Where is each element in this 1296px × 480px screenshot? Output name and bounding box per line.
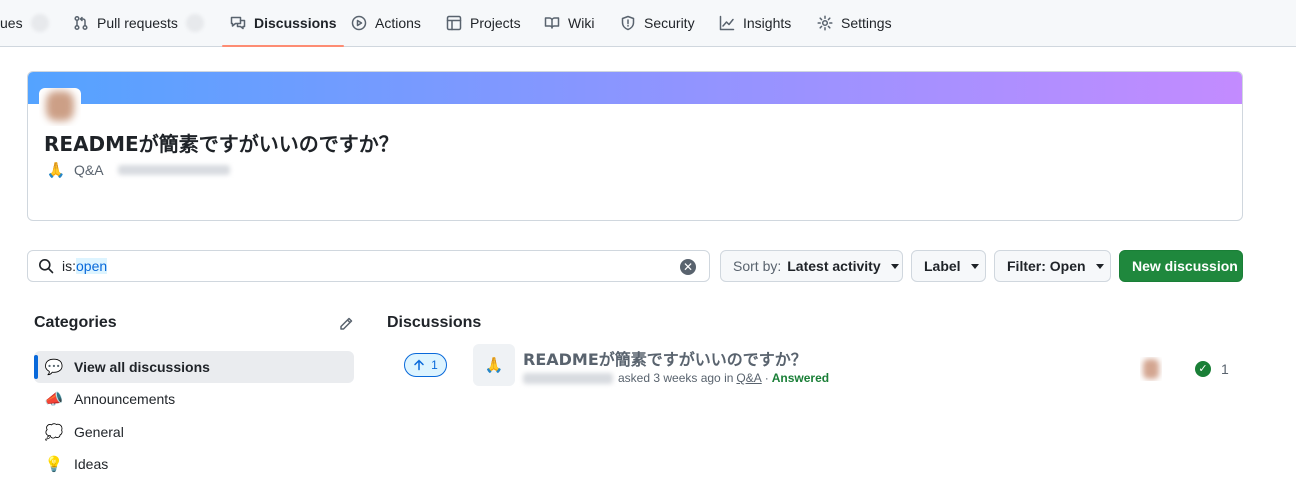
tab-projects[interactable]: Projects <box>446 0 521 46</box>
gear-icon <box>817 15 833 31</box>
author-name[interactable] <box>117 165 230 175</box>
tab-label: Settings <box>841 15 892 31</box>
tab-actions[interactable]: Actions <box>351 0 421 46</box>
tab-label: Actions <box>375 15 421 31</box>
answer-count[interactable]: ✓ 1 <box>1195 361 1229 377</box>
tab-label: Discussions <box>254 15 337 31</box>
lightbulb-icon: 💡 <box>44 456 64 473</box>
banner-gradient <box>28 72 1242 104</box>
sidebar-item-general[interactable]: 💭 General <box>34 416 354 448</box>
thought-bubble-icon: 💭 <box>44 424 64 441</box>
categories-heading: Categories <box>34 314 117 331</box>
category-emoji-icon: 🙏 <box>46 162 66 179</box>
new-discussion-button[interactable]: New discussion <box>1119 250 1243 282</box>
label-button[interactable]: Label <box>911 250 986 282</box>
tab-label: Insights <box>743 15 792 31</box>
check-circle-icon: ✓ <box>1195 361 1211 377</box>
sort-value: Latest activity <box>787 258 881 274</box>
play-icon <box>351 15 367 31</box>
discussion-title-link[interactable]: READMEが簡素ですがいいのですか？ <box>523 346 807 370</box>
book-icon <box>544 17 560 29</box>
megaphone-icon: 📣 <box>44 391 64 408</box>
sidebar-item-label: Announcements <box>74 391 176 407</box>
category-label[interactable]: Q&A <box>74 162 104 178</box>
pencil-icon[interactable] <box>338 316 354 332</box>
filter-button[interactable]: Filter: Open <box>994 250 1111 282</box>
tab-issues[interactable]: ues <box>0 0 49 46</box>
tab-pull-requests[interactable]: Pull requests <box>73 0 204 46</box>
sidebar-item-label: Ideas <box>74 456 109 472</box>
category-emoji: 🙏 <box>484 357 504 374</box>
active-tab-underline <box>222 45 345 47</box>
tab-label: ues <box>0 15 23 31</box>
discussions-heading: Discussions <box>387 314 482 331</box>
graph-icon <box>719 15 735 31</box>
answer-count-value: 1 <box>1221 361 1229 377</box>
upvote-button[interactable]: 1 <box>404 353 447 377</box>
search-icon <box>39 259 54 274</box>
label-button-text: Label <box>924 258 961 274</box>
sidebar-item-ideas[interactable]: 💡 Ideas <box>34 448 354 480</box>
search-value: open <box>76 258 108 274</box>
asked-time: asked 3 weeks ago in <box>618 371 734 385</box>
search-query: is:open <box>62 258 108 274</box>
avatar[interactable] <box>1140 357 1162 381</box>
sort-button[interactable]: Sort by: Latest activity <box>720 250 903 282</box>
tab-label: Projects <box>470 15 521 31</box>
sidebar-item-label: View all discussions <box>74 359 210 375</box>
upvote-count: 1 <box>431 358 438 372</box>
sidebar-item-label: General <box>74 424 124 440</box>
sidebar-item-announcements[interactable]: 📣 Announcements <box>34 383 354 415</box>
banner-meta: 🙏 Q&A <box>46 161 230 179</box>
table-icon <box>446 15 462 31</box>
sort-prefix: Sort by: <box>733 258 782 274</box>
search-prefix: is: <box>62 258 76 274</box>
tab-insights[interactable]: Insights <box>719 0 791 46</box>
tab-label: Wiki <box>568 15 595 31</box>
shield-icon <box>621 15 635 31</box>
discussion-meta: asked 3 weeks ago in Q&A · Answered <box>523 371 829 385</box>
answered-badge: Answered <box>771 371 830 385</box>
discussion-icon: 💬 <box>44 359 64 376</box>
caret-down-icon <box>1095 263 1104 269</box>
search-input[interactable]: is:open ✕ <box>27 250 710 282</box>
meta-separator: · <box>764 371 769 385</box>
clear-icon[interactable]: ✕ <box>680 259 696 275</box>
caret-down-icon <box>890 263 899 269</box>
tab-wiki[interactable]: Wiki <box>544 0 594 46</box>
discussion-banner: READMEが簡素ですがいいのですか？ 🙏 Q&A <box>27 71 1243 221</box>
tab-discussions[interactable]: Discussions <box>222 0 345 47</box>
filter-button-text: Filter: Open <box>1007 258 1086 274</box>
tab-label: Pull requests <box>97 15 178 31</box>
tab-label: Security <box>644 15 695 31</box>
tab-security[interactable]: Security <box>620 0 695 46</box>
counter-badge <box>185 14 204 32</box>
discussion-icon <box>230 16 246 30</box>
category-emoji-icon: 🙏 <box>473 344 515 386</box>
new-discussion-label: New discussion <box>1132 258 1238 274</box>
sidebar-item-view-all[interactable]: 💬 View all discussions <box>34 351 354 383</box>
category-link[interactable]: Q&A <box>736 371 761 385</box>
repo-nav: ues Pull requests Discussions Actions Pr… <box>0 0 1296 47</box>
caret-down-icon <box>970 263 979 269</box>
author-name[interactable] <box>523 372 613 384</box>
avatar[interactable] <box>39 88 81 126</box>
page-title[interactable]: READMEが簡素ですがいいのですか？ <box>44 128 399 157</box>
tab-settings[interactable]: Settings <box>817 0 892 46</box>
pull-request-icon <box>74 15 88 31</box>
arrow-up-icon <box>414 359 424 371</box>
counter-badge <box>30 14 49 32</box>
